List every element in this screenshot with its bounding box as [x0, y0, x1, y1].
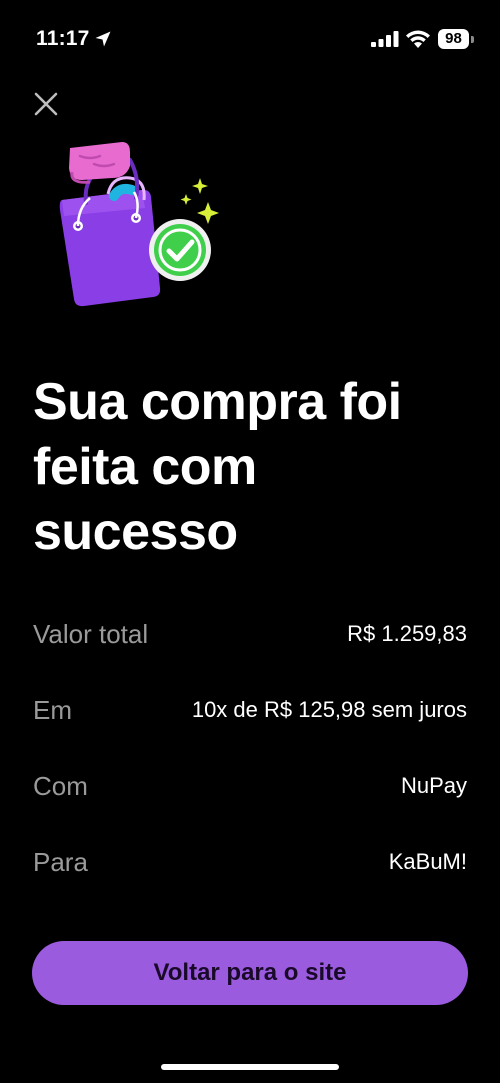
wifi-icon [406, 30, 430, 48]
location-arrow-icon [95, 31, 111, 47]
payment-details: Valor total R$ 1.259,83 Em 10x de R$ 125… [33, 600, 467, 904]
detail-label: Valor total [33, 619, 149, 649]
detail-row-merchant: Para KaBuM! [33, 828, 467, 904]
detail-row-installments: Em 10x de R$ 125,98 sem juros [33, 676, 467, 752]
detail-value: KaBuM! [388, 849, 467, 874]
detail-row-total: Valor total R$ 1.259,83 [33, 600, 467, 676]
battery-icon: 98 [438, 29, 474, 49]
hand [69, 142, 130, 184]
sparkle-icon [180, 178, 219, 224]
battery-level: 98 [438, 29, 469, 49]
detail-value: 10x de R$ 125,98 sem juros [191, 697, 467, 722]
back-to-site-button[interactable]: Voltar para o site [32, 941, 468, 1005]
detail-label: Em [33, 695, 72, 725]
detail-value: NuPay [400, 773, 467, 798]
detail-row-payment-method: Com NuPay [33, 752, 467, 828]
status-bar: 11:17 98 [0, 0, 500, 80]
battery-cap [471, 36, 474, 43]
cellular-signal-icon [371, 31, 399, 47]
detail-value: R$ 1.259,83 [347, 621, 467, 646]
status-time: 11:17 [36, 27, 90, 50]
detail-label: Para [33, 847, 88, 877]
shopping-bag [59, 158, 161, 307]
close-icon[interactable] [30, 88, 62, 120]
check-badge [149, 219, 211, 281]
page-title: Sua compra foi feita com sucesso [33, 373, 402, 561]
home-indicator[interactable] [161, 1064, 339, 1070]
shopping-bag-success-icon [59, 142, 219, 307]
detail-label: Com [33, 771, 88, 801]
